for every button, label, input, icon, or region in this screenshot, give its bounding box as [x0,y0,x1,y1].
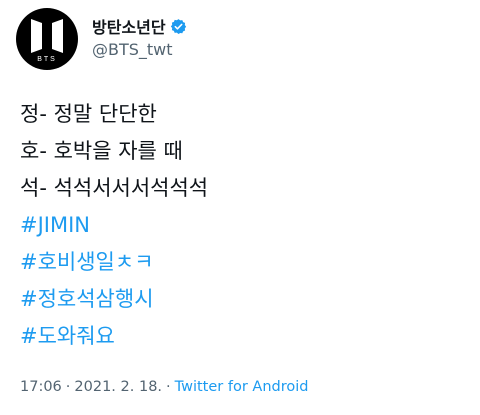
verified-badge-icon [170,18,187,35]
hashtag-link[interactable]: #JIMIN [20,207,208,244]
tweet-line: 석- 석석서서서석석석 [20,176,209,200]
avatar[interactable]: BTS [16,8,78,70]
tweet-date[interactable]: 2021. 2. 18. [74,379,162,395]
bts-logo-icon: BTS [31,19,63,63]
meta-separator: · [166,379,171,395]
avatar-logo-text: BTS [37,56,57,63]
author-display-name[interactable]: 방탄소년단 [92,14,166,38]
tweet-time[interactable]: 17:06 [20,379,62,395]
tweet-line: 호- 호박을 자를 때 [20,139,183,163]
hashtag-link[interactable]: #호비생일ㅊㅋ [20,244,208,281]
tweet-line: 정- 정말 단단한 [20,102,157,126]
tweet-meta: 17:06 · 2021. 2. 18. · Twitter for Andro… [20,379,308,395]
hashtag-link[interactable]: #정호석삼행시 [20,281,208,318]
author-handle[interactable]: @BTS_twt [92,40,173,59]
tweet-source-link[interactable]: Twitter for Android [175,379,309,395]
author-name-row: 방탄소년단 [92,14,187,38]
hashtag-link[interactable]: #도와줘요 [20,318,208,355]
tweet-text: 정- 정말 단단한 호- 호박을 자를 때 석- 석석서서서석석석 #JIMIN… [20,96,208,355]
meta-separator: · [65,379,71,395]
